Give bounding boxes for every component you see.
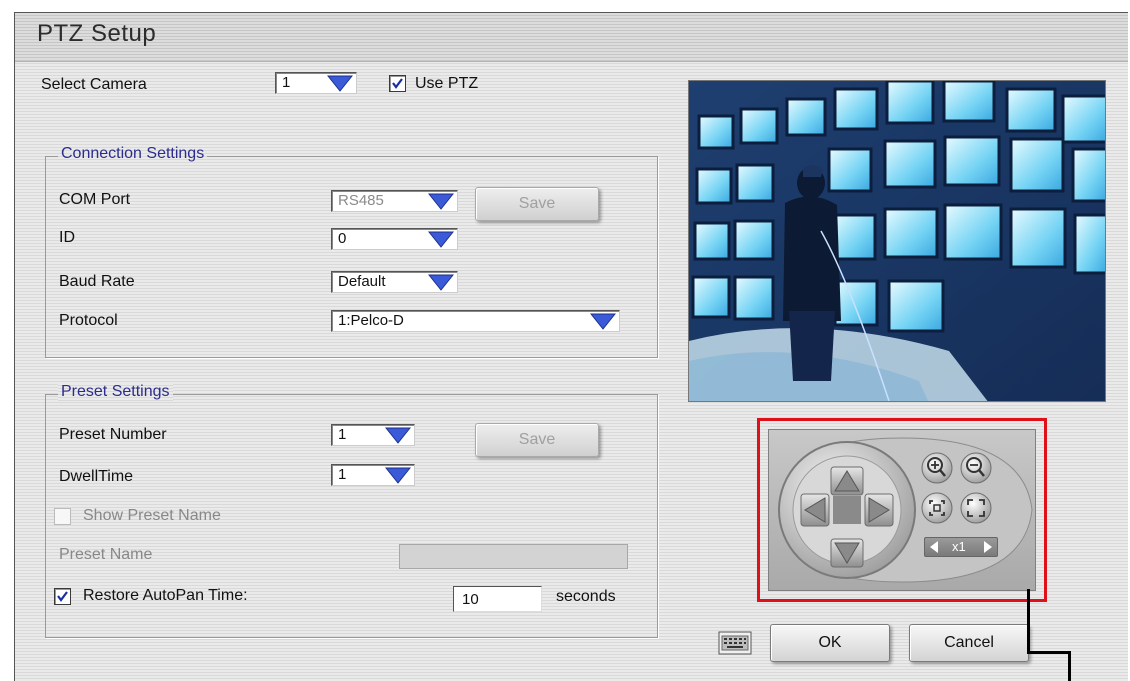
restore-autopan-checkbox[interactable] bbox=[54, 588, 71, 605]
show-preset-name-checkbox[interactable] bbox=[54, 508, 71, 525]
callout-line bbox=[1068, 651, 1071, 681]
preset-number-dropdown[interactable]: 1 bbox=[331, 424, 415, 446]
baud-rate-label: Baud Rate bbox=[59, 273, 135, 290]
com-port-dropdown[interactable]: RS485 bbox=[331, 190, 458, 212]
dropdown-arrow-icon bbox=[428, 231, 454, 248]
use-ptz-checkbox[interactable] bbox=[389, 75, 406, 92]
protocol-dropdown[interactable]: 1:Pelco-D bbox=[331, 310, 620, 332]
zoom-level-text: x1 bbox=[952, 539, 966, 554]
restore-autopan-value: 10 bbox=[462, 591, 479, 608]
select-camera-value: 1 bbox=[282, 74, 291, 91]
com-port-value: RS485 bbox=[338, 192, 384, 209]
dropdown-arrow-icon bbox=[327, 75, 353, 92]
dropdown-arrow-icon bbox=[385, 427, 411, 444]
zoom-level-control: x1 bbox=[924, 537, 998, 557]
preset-number-value: 1 bbox=[338, 426, 347, 443]
connection-settings-legend: Connection Settings bbox=[58, 145, 208, 163]
id-label: ID bbox=[59, 229, 75, 246]
title-bar: PTZ Setup bbox=[15, 13, 1128, 62]
preset-save-button[interactable]: Save bbox=[475, 423, 599, 457]
ptz-control-highlight: x1 bbox=[757, 418, 1047, 602]
dropdown-arrow-icon bbox=[428, 274, 454, 291]
window-title: PTZ Setup bbox=[37, 20, 157, 47]
ptz-control-panel: x1 bbox=[768, 429, 1036, 591]
preset-settings-legend: Preset Settings bbox=[58, 383, 173, 401]
connection-save-button[interactable]: Save bbox=[475, 187, 599, 221]
callout-line bbox=[1027, 589, 1030, 654]
callout-line bbox=[1027, 651, 1071, 654]
arrow-up-icon[interactable] bbox=[830, 466, 864, 496]
camera-preview-image bbox=[688, 80, 1106, 402]
protocol-value: 1:Pelco-D bbox=[338, 312, 404, 329]
dwell-time-label: DwellTime bbox=[59, 468, 134, 485]
preset-name-input[interactable] bbox=[399, 544, 628, 569]
id-dropdown[interactable]: 0 bbox=[331, 228, 458, 250]
baud-rate-value: Default bbox=[338, 273, 386, 290]
restore-autopan-input[interactable]: 10 bbox=[453, 586, 542, 612]
zoom-out-icon[interactable] bbox=[960, 452, 992, 484]
zoom-increase-icon[interactable] bbox=[983, 540, 993, 554]
dropdown-arrow-icon bbox=[428, 193, 454, 210]
arrow-down-icon[interactable] bbox=[830, 538, 864, 568]
zoom-decrease-icon[interactable] bbox=[929, 540, 939, 554]
id-value: 0 bbox=[338, 230, 347, 247]
focus-far-icon[interactable] bbox=[960, 492, 992, 524]
cancel-button[interactable]: Cancel bbox=[909, 624, 1029, 662]
ok-button[interactable]: OK bbox=[770, 624, 890, 662]
zoom-in-icon[interactable] bbox=[921, 452, 953, 484]
protocol-label: Protocol bbox=[59, 312, 118, 329]
arrow-left-icon[interactable] bbox=[800, 493, 830, 527]
checkmark-icon bbox=[392, 78, 403, 89]
focus-near-icon[interactable] bbox=[921, 492, 953, 524]
dwell-time-dropdown[interactable]: 1 bbox=[331, 464, 415, 486]
com-port-label: COM Port bbox=[59, 191, 131, 208]
dwell-time-value: 1 bbox=[338, 466, 347, 483]
select-camera-label: Select Camera bbox=[41, 76, 147, 93]
checkmark-icon bbox=[57, 591, 68, 602]
preset-name-label: Preset Name bbox=[59, 546, 153, 563]
ptz-setup-window: PTZ Setup Select Camera 1 Use PTZ Connec… bbox=[14, 12, 1128, 681]
arrow-right-icon[interactable] bbox=[864, 493, 894, 527]
seconds-label: seconds bbox=[556, 588, 616, 605]
keyboard-icon[interactable] bbox=[718, 631, 752, 655]
dropdown-arrow-icon bbox=[590, 313, 616, 330]
baud-rate-dropdown[interactable]: Default bbox=[331, 271, 458, 293]
show-preset-name-label: Show Preset Name bbox=[83, 507, 221, 524]
dropdown-arrow-icon bbox=[385, 467, 411, 484]
select-camera-dropdown[interactable]: 1 bbox=[275, 72, 357, 94]
preset-number-label: Preset Number bbox=[59, 426, 167, 443]
use-ptz-label: Use PTZ bbox=[415, 75, 479, 92]
restore-autopan-label: Restore AutoPan Time: bbox=[83, 587, 248, 604]
